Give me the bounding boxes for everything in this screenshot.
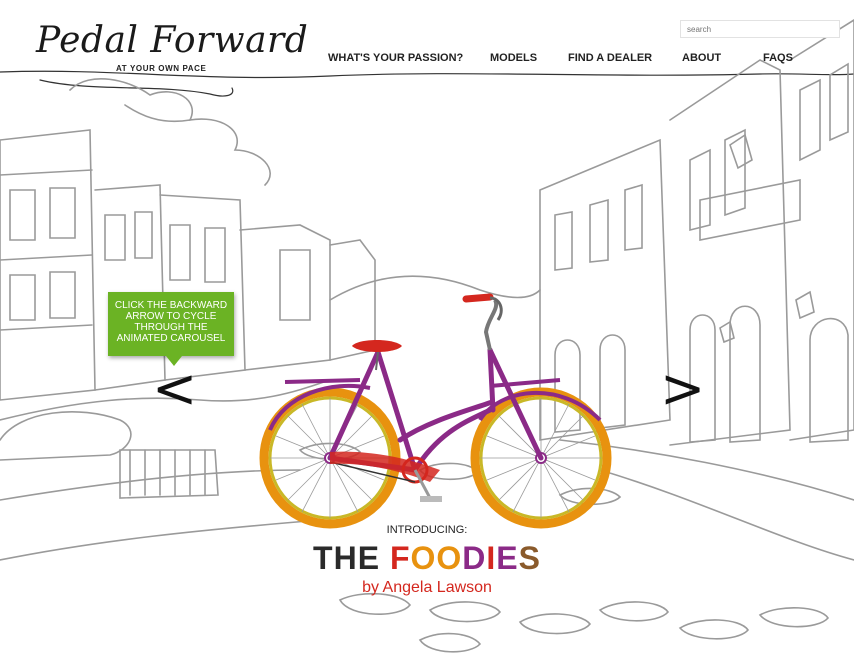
title-prefix: THE bbox=[313, 540, 390, 576]
title-letter: O bbox=[436, 540, 463, 576]
carousel-byline: by Angela Lawson bbox=[362, 579, 492, 596]
title-letter: I bbox=[486, 540, 497, 576]
title-highlight: FOODIES bbox=[390, 540, 541, 576]
carousel-prev-arrow[interactable]: < bbox=[152, 362, 197, 416]
nav-item-passion[interactable]: WHAT'S YOUR PASSION? bbox=[328, 52, 463, 64]
carousel-collection-title: THE FOODIES bbox=[0, 540, 854, 577]
brand-name: Pedal Forward bbox=[36, 20, 309, 61]
title-letter: S bbox=[518, 540, 541, 576]
nav-item-find-dealer[interactable]: FIND A DEALER bbox=[568, 52, 652, 64]
title-letter: F bbox=[389, 540, 411, 576]
carousel-intro-label: INTRODUCING: bbox=[386, 524, 468, 536]
brand-tagline: AT YOUR OWN PACE bbox=[116, 64, 207, 73]
carousel-tip-callout: CLICK THE BACKWARD ARROW TO CYCLE THROUG… bbox=[108, 292, 234, 356]
nav-item-models[interactable]: MODELS bbox=[490, 52, 537, 64]
search-input[interactable] bbox=[680, 20, 840, 38]
nav-item-about[interactable]: ABOUT bbox=[682, 52, 721, 64]
title-letter: E bbox=[496, 540, 519, 576]
carousel-next-arrow[interactable]: > bbox=[660, 362, 705, 416]
nav-item-faqs[interactable]: FAQS bbox=[763, 52, 793, 64]
title-letter: O bbox=[410, 540, 437, 576]
title-letter: D bbox=[462, 540, 487, 576]
brand-logo[interactable]: Pedal Forward AT YOUR OWN PACE bbox=[36, 20, 308, 80]
